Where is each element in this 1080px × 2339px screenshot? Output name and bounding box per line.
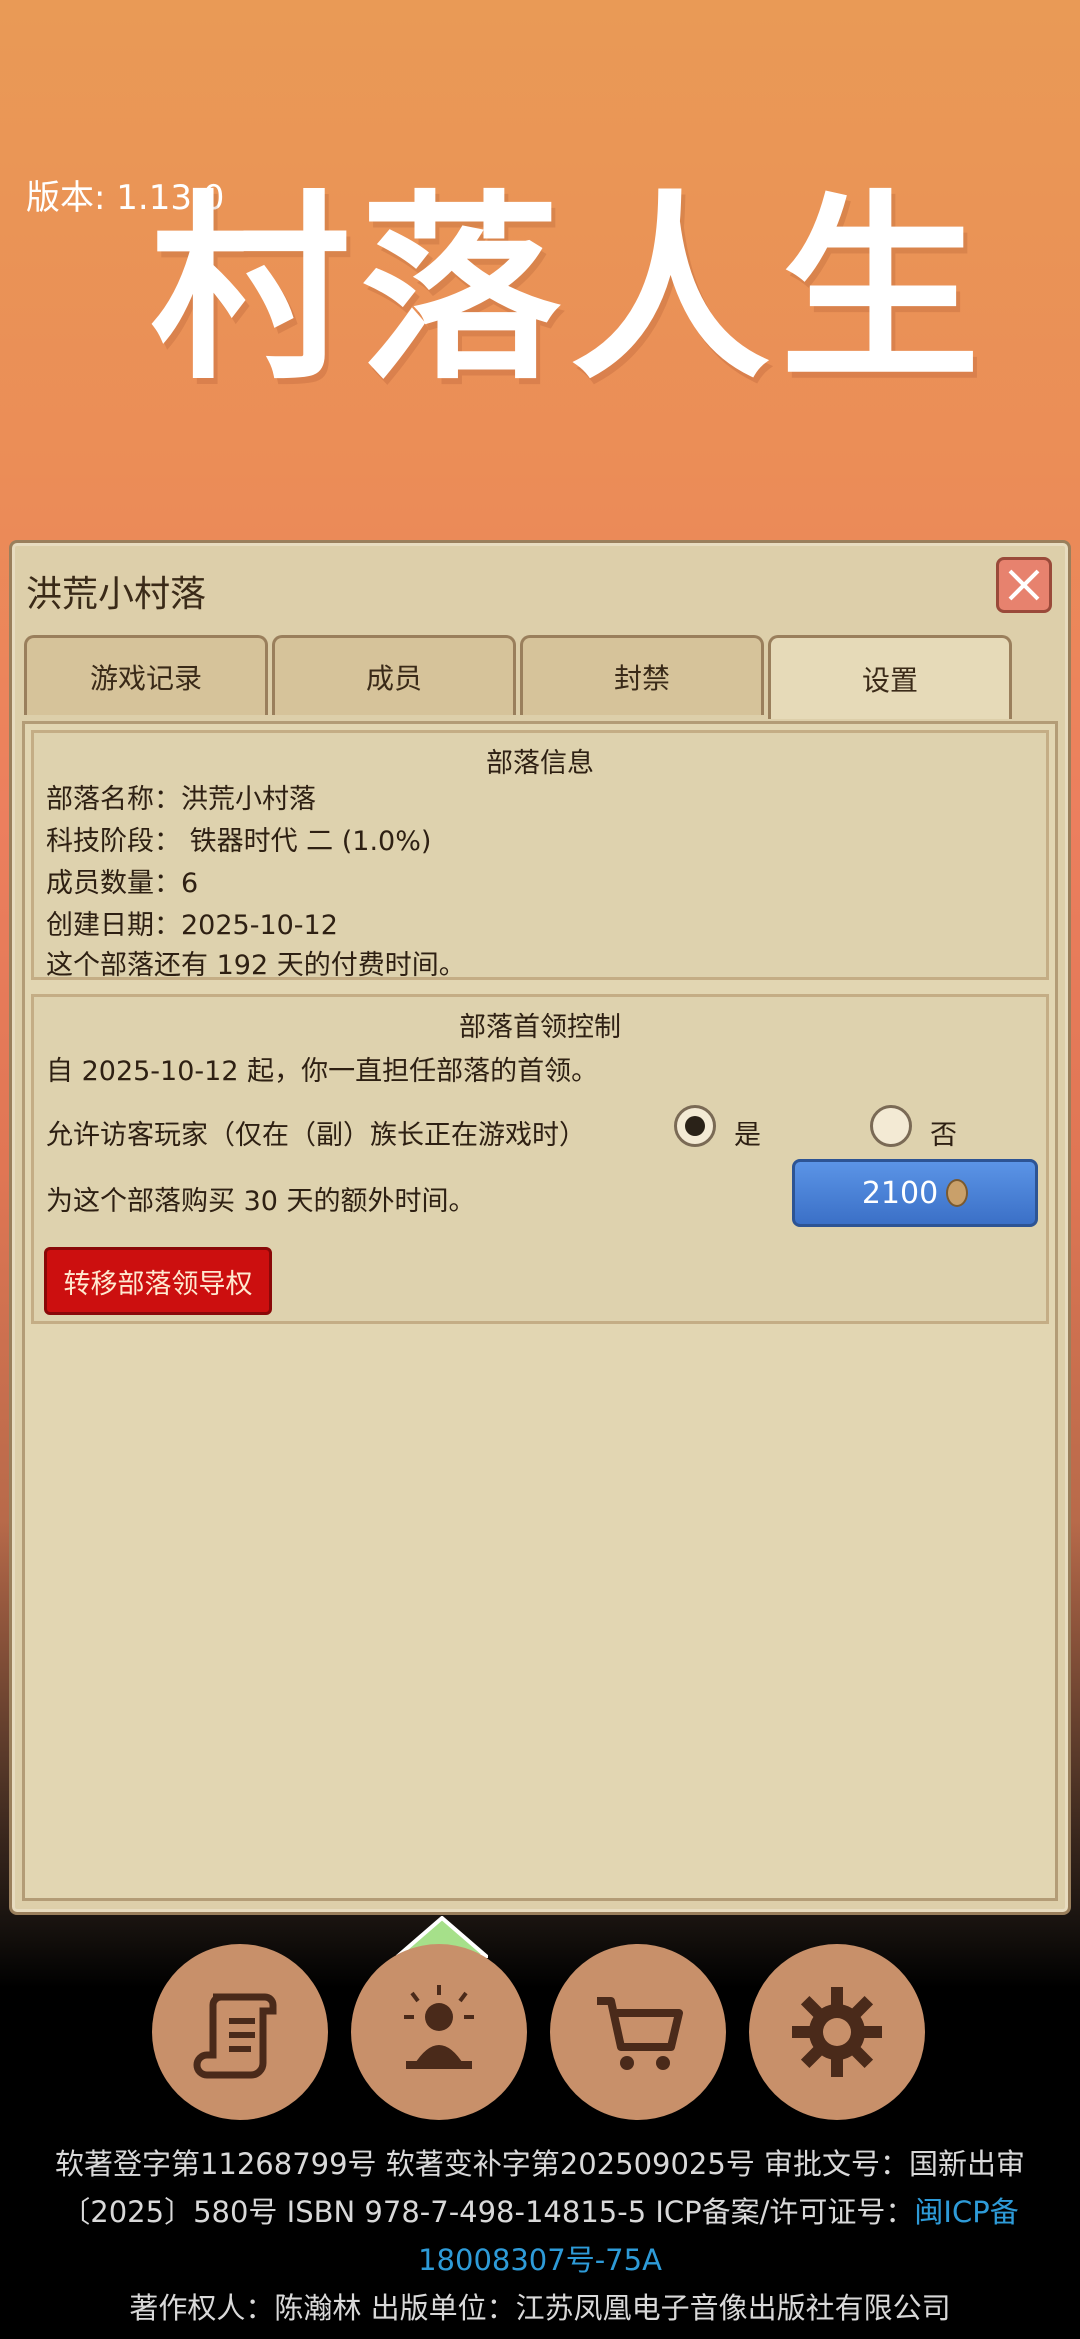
paid-time-line: 这个部落还有 192 天的付费时间。 — [46, 950, 466, 981]
visitor-yes-label: 是 — [734, 1120, 761, 1151]
footer-license-text: 〔2025〕580号 ISBN 978-7-498-14815-5 ICP备案/… — [61, 2195, 915, 2229]
leader-control-section: 部落首领控制 自 2025-10-12 起，你一直担任部落的首领。 允许访客玩家… — [31, 994, 1049, 1324]
footer-line-2: 〔2025〕580号 ISBN 978-7-498-14815-5 ICP备案/… — [0, 2188, 1080, 2236]
tab-bar: 游戏记录 成员 封禁 设置 — [24, 635, 1064, 719]
transfer-leadership-button[interactable]: 转移部落领导权 — [44, 1247, 272, 1315]
tab-members[interactable]: 成员 — [272, 635, 516, 715]
footer-legal: 软著登字第11268799号 软著变补字第202509025号 审批文号：国新出… — [0, 2140, 1080, 2332]
created-date-line: 创建日期：2025-10-12 — [46, 910, 338, 941]
cart-icon — [597, 1997, 683, 2070]
tab-game-log[interactable]: 游戏记录 — [24, 635, 268, 715]
buy-time-button[interactable]: 2100 — [792, 1159, 1038, 1227]
leader-since-line: 自 2025-10-12 起，你一直担任部落的首领。 — [46, 1056, 599, 1087]
scroll-icon — [193, 1993, 277, 2079]
tech-stage-line: 科技阶段： 铁器时代 二 (1.0%) — [46, 826, 432, 857]
tribe-panel: 洪荒小村落 游戏记录 成员 封禁 设置 部落信息 部落名称：洪荒小村落 科技阶段… — [9, 540, 1071, 1915]
nav-tribe-button[interactable] — [351, 1944, 527, 2120]
bottom-nav — [0, 1944, 1080, 2120]
icp-link-continued[interactable]: 18008307号-75A — [0, 2236, 1080, 2284]
tribe-name-line: 部落名称：洪荒小村落 — [46, 784, 316, 815]
close-button[interactable] — [996, 557, 1052, 613]
game-logo: 村落人生 — [150, 172, 991, 407]
nav-shop-button[interactable] — [550, 1944, 726, 2120]
radio-selected-dot — [685, 1116, 705, 1136]
meditation-icon — [404, 1985, 474, 2069]
tribe-info-section: 部落信息 部落名称：洪荒小村落 科技阶段： 铁器时代 二 (1.0%) 成员数量… — [31, 730, 1049, 981]
coin-icon — [946, 1179, 969, 1207]
panel-title: 洪荒小村落 — [26, 574, 207, 615]
price-label: 2100 — [861, 1175, 939, 1211]
buy-time-label: 为这个部落购买 30 天的额外时间。 — [46, 1186, 476, 1217]
section-title: 部落首领控制 — [459, 1012, 621, 1043]
visitor-yes-radio[interactable] — [674, 1105, 716, 1147]
close-icon — [1008, 569, 1040, 601]
icp-link[interactable]: 闽ICP备 — [914, 2195, 1018, 2229]
section-title: 部落信息 — [486, 748, 594, 779]
visitor-no-label: 否 — [930, 1120, 957, 1151]
nav-log-button[interactable] — [152, 1944, 328, 2120]
gear-icon — [792, 1987, 882, 2077]
tab-settings[interactable]: 设置 — [768, 635, 1012, 719]
visitor-no-radio[interactable] — [870, 1105, 912, 1147]
settings-content: 部落信息 部落名称：洪荒小村落 科技阶段： 铁器时代 二 (1.0%) 成员数量… — [22, 721, 1058, 1901]
footer-line-4: 著作权人：陈瀚林 出版单位：江苏凤凰电子音像出版社有限公司 — [129, 2291, 951, 2325]
nav-settings-button[interactable] — [749, 1944, 925, 2120]
member-count-line: 成员数量：6 — [46, 868, 199, 899]
visitor-setting-label: 允许访客玩家（仅在（副）族长正在游戏时） — [46, 1120, 586, 1151]
footer-line-1: 软著登字第11268799号 软著变补字第202509025号 审批文号：国新出… — [54, 2147, 1026, 2181]
tab-bans[interactable]: 封禁 — [520, 635, 764, 715]
